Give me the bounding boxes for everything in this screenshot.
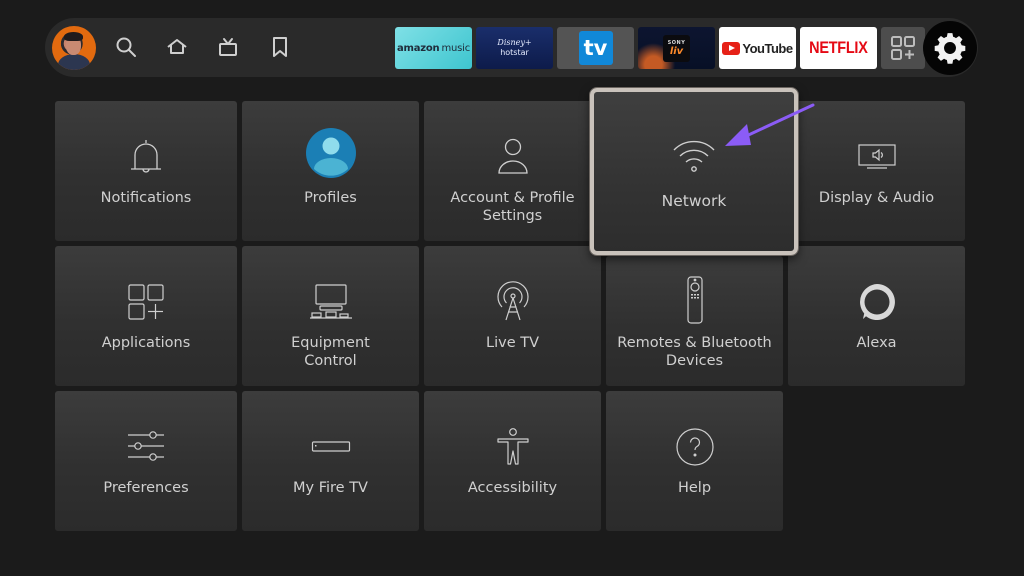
netflix-label: NETFLIX — [809, 38, 868, 57]
tile-label: Profiles — [304, 190, 357, 206]
tile-label: Live TV — [486, 335, 539, 351]
app-disney-hotstar[interactable]: Disney+ hotstar — [476, 27, 553, 69]
tile-label-line2: Devices — [665, 353, 724, 369]
tile-label: Network — [661, 192, 727, 210]
tile-label: Equipment Control — [246, 334, 415, 370]
tile-label: Preferences — [103, 480, 189, 496]
settings-tile-remotes-bluetooth[interactable]: Remotes & Bluetooth Devices — [606, 256, 783, 386]
gear-icon — [934, 33, 966, 64]
search-icon[interactable] — [114, 35, 138, 59]
tile-label: Help — [677, 480, 712, 496]
settings-tile-profiles[interactable]: Profiles — [242, 101, 419, 241]
remote-icon — [667, 274, 723, 326]
liv-text: liv — [669, 45, 684, 57]
settings-tile-applications[interactable]: Applications — [55, 246, 237, 386]
add-apps-button[interactable] — [881, 27, 925, 69]
hotstar-line2: hotstar — [500, 48, 529, 57]
alexa-icon — [849, 276, 905, 328]
settings-tile-display-audio[interactable]: Display & Audio — [788, 101, 965, 241]
equipment-icon — [303, 276, 359, 328]
settings-tile-network[interactable]: Network — [590, 88, 798, 255]
person-icon — [485, 131, 541, 183]
tile-label-line2: Settings — [482, 208, 543, 224]
tile-label: Remotes & Bluetooth Devices — [610, 334, 779, 370]
music-suffix: music — [441, 42, 471, 54]
profile-icon — [303, 127, 359, 179]
bell-icon — [118, 131, 174, 183]
tile-label: Account & Profile Settings — [428, 189, 597, 225]
app-youtube[interactable]: YouTube — [719, 27, 796, 69]
home-icon[interactable] — [165, 35, 189, 59]
youtube-play-icon — [722, 41, 741, 55]
settings-button[interactable] — [923, 21, 977, 75]
tile-label: Alexa — [856, 335, 897, 351]
sonyliv-logo: SONY liv — [663, 34, 690, 62]
tile-label: Applications — [101, 335, 191, 351]
wifi-icon — [666, 130, 722, 182]
settings-tile-my-fire-tv[interactable]: My Fire TV — [242, 391, 419, 531]
app-tv[interactable]: tv — [557, 27, 634, 69]
antenna-icon — [485, 276, 541, 328]
tv-app-logo: tv — [578, 31, 613, 65]
settings-tile-notifications[interactable]: Notifications — [55, 101, 237, 241]
settings-tile-alexa[interactable]: Alexa — [788, 246, 965, 386]
app-sonyliv[interactable]: SONY liv — [638, 27, 715, 69]
tile-label-line1: Account & Profile — [450, 190, 575, 206]
avatar-hair — [64, 32, 83, 41]
tv-icon[interactable] — [216, 35, 240, 59]
settings-tile-equipment-control[interactable]: Equipment Control — [242, 246, 419, 386]
help-icon — [667, 421, 723, 473]
settings-tile-accessibility[interactable]: Accessibility — [424, 391, 601, 531]
app-netflix[interactable]: NETFLIX — [800, 27, 877, 69]
settings-tile-preferences[interactable]: Preferences — [55, 391, 237, 531]
settings-tile-account-profile-settings[interactable]: Account & Profile Settings — [424, 101, 601, 241]
applications-icon — [118, 276, 174, 328]
bookmark-icon[interactable] — [268, 35, 292, 59]
app-amazon-music[interactable]: amazon music — [395, 27, 472, 69]
hotstar-line1: Disney+ — [497, 38, 532, 47]
accessibility-icon — [485, 421, 541, 473]
fire-tv-device-icon — [303, 421, 359, 473]
tile-label: My Fire TV — [293, 480, 368, 496]
settings-tile-help[interactable]: Help — [606, 391, 783, 531]
youtube-label: YouTube — [742, 40, 793, 56]
sliders-icon — [118, 421, 174, 473]
settings-tile-live-tv[interactable]: Live TV — [424, 246, 601, 386]
apps-add-icon — [891, 36, 915, 60]
profile-avatar[interactable] — [52, 26, 96, 70]
tile-label-line1: Remotes & Bluetooth — [617, 335, 772, 351]
display-audio-icon — [849, 131, 905, 183]
tile-label: Notifications — [100, 190, 192, 206]
amazon-brand: amazon — [396, 42, 440, 54]
tile-label: Display & Audio — [818, 190, 935, 206]
tile-label: Accessibility — [467, 480, 558, 496]
avatar-shoulders — [58, 54, 90, 70]
tile-label-line1: Equipment — [291, 335, 370, 351]
tile-label-line2: Control — [304, 353, 357, 369]
